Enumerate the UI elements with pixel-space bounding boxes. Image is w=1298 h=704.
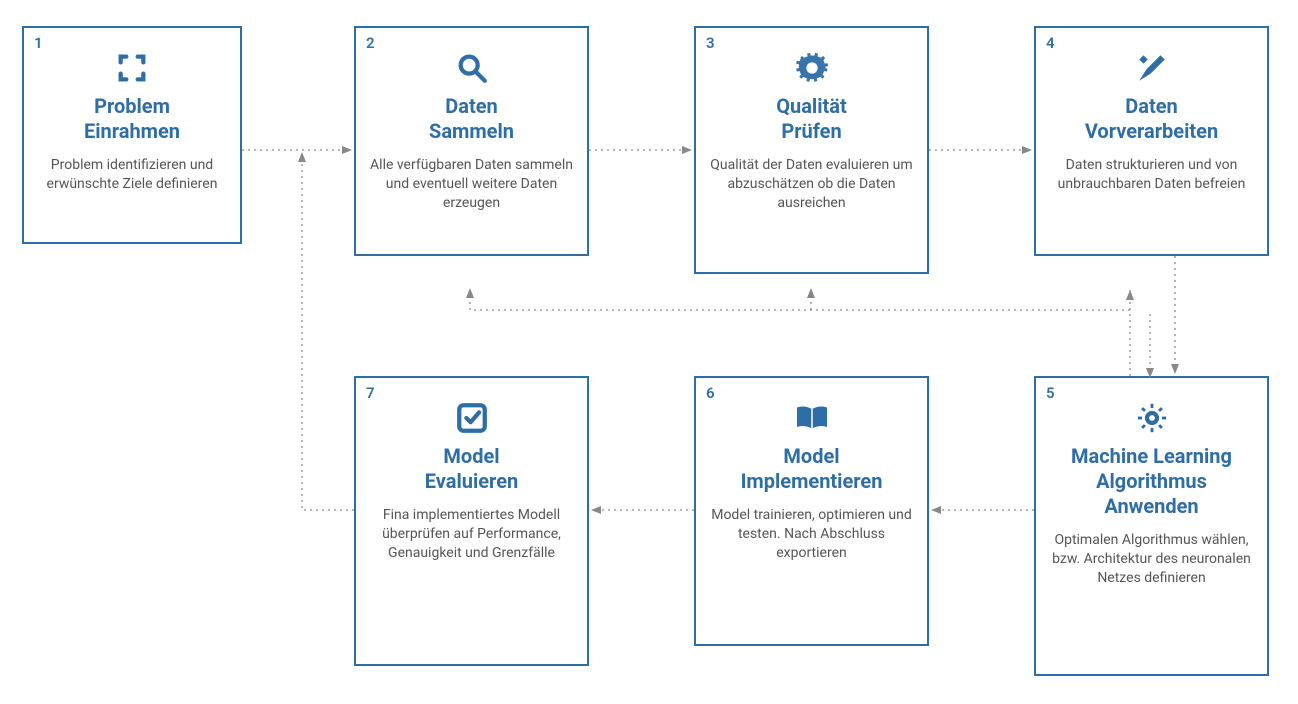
arrow-7-2 xyxy=(292,150,362,520)
step-number: 5 xyxy=(1046,384,1055,402)
step-box-6: 6 Model Implementieren Model trainieren,… xyxy=(694,376,929,646)
arrow-6-7 xyxy=(589,505,694,515)
step-desc: Optimalen Algorithmus wählen, bzw. Archi… xyxy=(1050,531,1253,588)
brain-icon xyxy=(1050,398,1253,438)
step-number: 7 xyxy=(366,384,375,402)
arrow-4-5 xyxy=(1170,256,1180,376)
step-number: 3 xyxy=(706,34,715,52)
tools-icon xyxy=(1050,48,1253,88)
step-number: 4 xyxy=(1046,34,1055,52)
arrow-3-4 xyxy=(929,145,1034,155)
step-box-3: 3 Qualität Prüfen Qualität der Daten eva… xyxy=(694,26,929,274)
gear-icon xyxy=(710,48,913,88)
step-title: Problem Einrahmen xyxy=(38,94,226,144)
book-icon xyxy=(710,398,913,438)
step-desc: Qualität der Daten evaluieren um abzu­sc… xyxy=(710,156,913,213)
check-icon xyxy=(370,398,573,438)
arrow-2-3 xyxy=(589,145,694,155)
step-number: 2 xyxy=(366,34,375,52)
step-desc: Model trainieren, optimieren und testen.… xyxy=(710,506,913,563)
step-number: 1 xyxy=(34,34,43,52)
step-title: Machine Learning Algorithmus Anwenden xyxy=(1050,444,1253,519)
step-title: Model Evaluieren xyxy=(370,444,573,494)
step-box-7: 7 Model Evaluieren Fina implementiertes … xyxy=(354,376,589,666)
step-desc: Daten strukturieren und von unbrauchbare… xyxy=(1050,156,1253,194)
frame-icon xyxy=(38,48,226,88)
step-box-2: 2 Daten Sammeln Alle verfügbaren Daten s… xyxy=(354,26,589,256)
arrow-feedback-bus xyxy=(465,290,1155,380)
step-box-5: 5 Machine Learning Algorithmus Anwenden … xyxy=(1034,376,1269,676)
step-desc: Fina implementiertes Modell überprüfen a… xyxy=(370,506,573,563)
step-title: Daten Vorverarbeiten xyxy=(1050,94,1253,144)
step-title: Qualität Prüfen xyxy=(710,94,913,144)
step-desc: Alle verfügbaren Daten sammeln und event… xyxy=(370,156,573,213)
step-number: 6 xyxy=(706,384,715,402)
arrow-5-6 xyxy=(929,505,1034,515)
search-icon xyxy=(370,48,573,88)
step-title: Daten Sammeln xyxy=(370,94,573,144)
step-box-1: 1 Problem Einrahmen Problem identifizier… xyxy=(22,26,242,244)
step-desc: Problem identifizieren und erwünschte Zi… xyxy=(38,156,226,194)
step-box-4: 4 Daten Vorverarbeiten Daten strukturier… xyxy=(1034,26,1269,256)
step-title: Model Implementieren xyxy=(710,444,913,494)
